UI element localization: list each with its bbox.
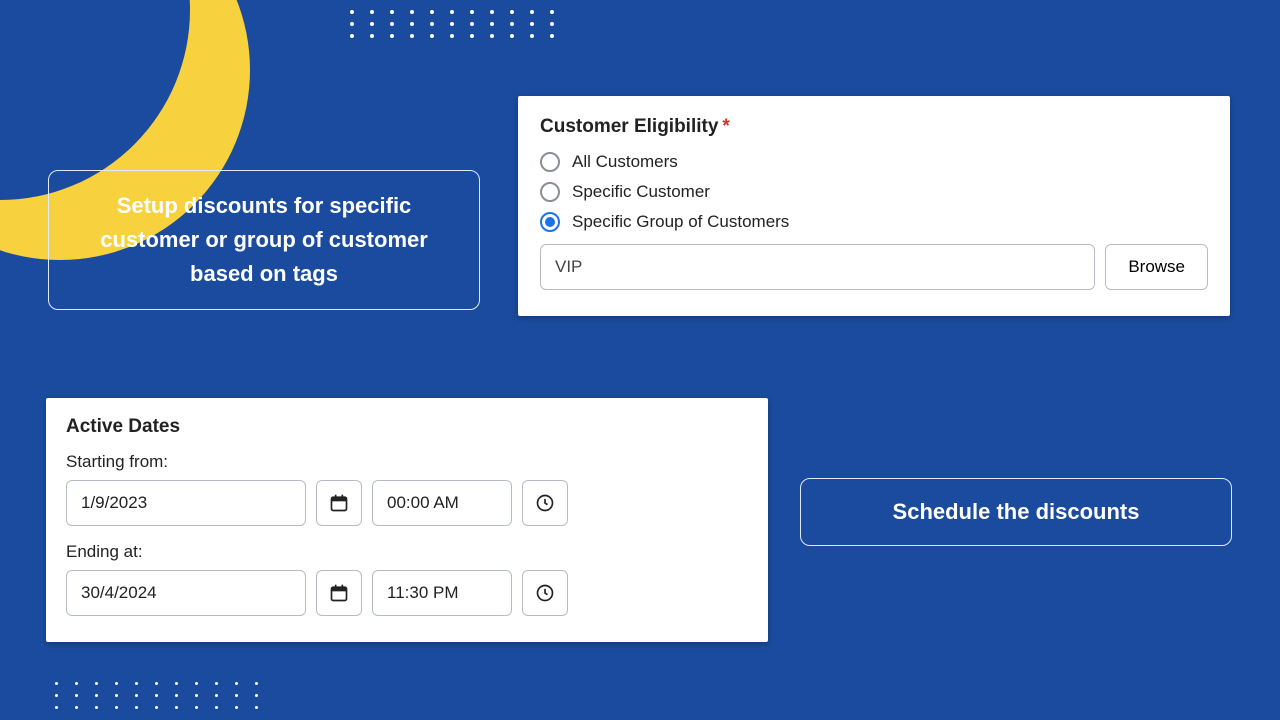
calendar-icon <box>329 493 349 513</box>
customer-eligibility-card: Customer Eligibility* All Customers Spec… <box>518 96 1230 316</box>
radio-icon <box>540 152 560 172</box>
start-time-input[interactable]: 00:00 AM <box>372 480 512 526</box>
clock-icon <box>535 583 555 603</box>
required-marker: * <box>722 116 729 137</box>
radio-label: All Customers <box>572 152 678 172</box>
end-time-picker-button[interactable] <box>522 570 568 616</box>
radio-specific-group[interactable]: Specific Group of Customers <box>540 212 1208 232</box>
end-date-picker-button[interactable] <box>316 570 362 616</box>
customer-eligibility-heading: Customer Eligibility* <box>540 116 1208 138</box>
radio-icon <box>540 212 560 232</box>
decorative-dots-top <box>350 10 554 38</box>
radio-icon <box>540 182 560 202</box>
calendar-icon <box>329 583 349 603</box>
active-dates-card: Active Dates Starting from: 1/9/2023 00:… <box>46 398 768 642</box>
start-time-picker-button[interactable] <box>522 480 568 526</box>
active-dates-heading: Active Dates <box>66 416 748 438</box>
start-date-label: Starting from: <box>66 452 748 472</box>
radio-label: Specific Group of Customers <box>572 212 789 232</box>
callout-customer-eligibility: Setup discounts for specific customer or… <box>48 170 480 310</box>
browse-button[interactable]: Browse <box>1105 244 1208 290</box>
decorative-dots-bottom <box>55 682 259 710</box>
start-date-picker-button[interactable] <box>316 480 362 526</box>
end-date-input[interactable]: 30/4/2024 <box>66 570 306 616</box>
customer-tag-input[interactable] <box>540 244 1095 290</box>
start-date-input[interactable]: 1/9/2023 <box>66 480 306 526</box>
radio-specific-customer[interactable]: Specific Customer <box>540 182 1208 202</box>
callout-schedule: Schedule the discounts <box>800 478 1232 546</box>
radio-all-customers[interactable]: All Customers <box>540 152 1208 172</box>
end-date-label: Ending at: <box>66 542 748 562</box>
clock-icon <box>535 493 555 513</box>
end-time-input[interactable]: 11:30 PM <box>372 570 512 616</box>
radio-label: Specific Customer <box>572 182 710 202</box>
